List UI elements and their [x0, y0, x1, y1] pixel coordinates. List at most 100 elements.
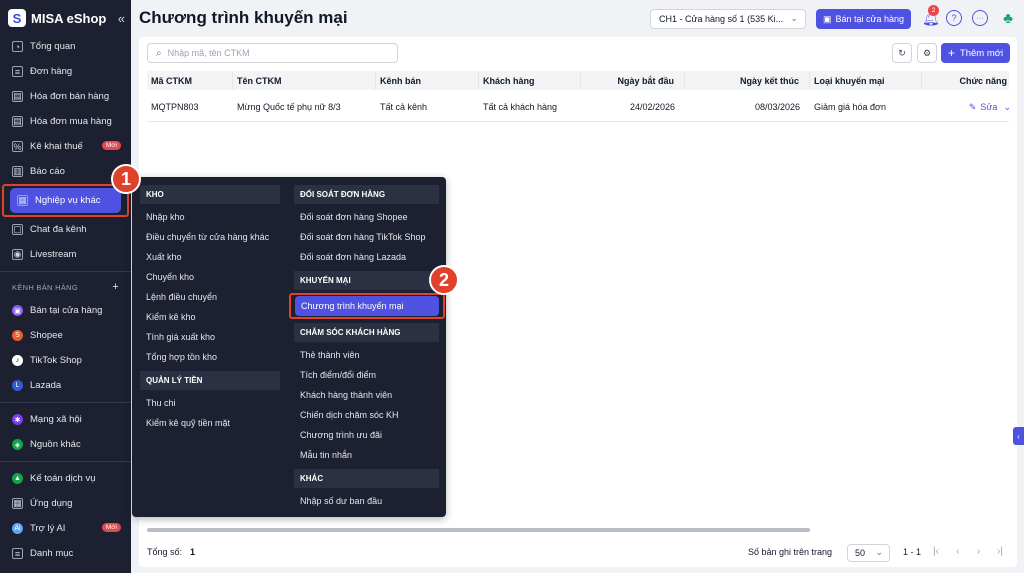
store-select[interactable]: CH1 - Cửa hàng số 1 (535 Ki... ⌄: [650, 9, 806, 29]
menu-item-nhap-kho[interactable]: Nhập kho: [140, 207, 280, 227]
menu-item-tong-hop-ton-kho[interactable]: Tổng hợp tồn kho: [140, 347, 280, 367]
menu-item-lenh-dieu-chuyen[interactable]: Lệnh điều chuyển: [140, 287, 280, 307]
column-header-ten-ctkm: Tên CTKM: [233, 71, 376, 90]
sidebar-item-nghiep-vu-khac[interactable]: ▦ Nghiệp vụ khác: [10, 188, 121, 213]
cell-end: 08/03/2026: [754, 102, 800, 112]
menu-item-kiem-ke-quy-tien-mat[interactable]: Kiểm kê quỹ tiền mặt: [140, 413, 280, 433]
edit-link[interactable]: Sửa: [980, 102, 997, 112]
sidebar-item-label: Nghiệp vụ khác: [35, 195, 101, 206]
sidebar-item-label: Kế toán dịch vụ: [30, 473, 96, 484]
menu-item-doi-soat-don-hang-shopee[interactable]: Đối soát đơn hàng Shopee: [294, 207, 439, 227]
first-page-icon[interactable]: |‹: [933, 546, 939, 557]
active-menu-highlight-frame: Chương trình khuyến mại: [289, 293, 445, 319]
more-options-icon[interactable]: ···: [972, 10, 988, 26]
sidebar-item-chat-da-kenh[interactable]: ▢ Chat đa kênh: [0, 217, 131, 242]
sidebar-item-label: TikTok Shop: [30, 355, 82, 366]
sidebar-item-danh-muc[interactable]: ≡ Danh mục: [0, 541, 131, 566]
menu-item-khach-hang-thanh-vien[interactable]: Khách hàng thành viên: [294, 385, 439, 405]
row-more-chevron-icon[interactable]: ⌄: [1003, 102, 1011, 113]
step-marker-2: 2: [429, 265, 459, 295]
add-new-button[interactable]: + Thêm mới: [941, 43, 1010, 63]
menu-item-the-thanh-vien[interactable]: Thẻ thành viên: [294, 345, 439, 365]
menu-item-chien-dich-cham-soc-kh[interactable]: Chiến dịch chăm sóc KH: [294, 405, 439, 425]
sidebar-item-hoa-don-ban-hang[interactable]: ▤ Hóa đơn bán hàng: [0, 84, 131, 109]
menu-item-kiem-ke-kho[interactable]: Kiểm kê kho: [140, 307, 280, 327]
collapse-sidebar-icon[interactable]: «: [118, 11, 125, 26]
sidebar-item-mang-xa-hoi[interactable]: ✱ Mạng xã hội: [0, 407, 131, 432]
menu-item-chuong-trinh-khuyen-mai[interactable]: Chương trình khuyến mại: [295, 296, 439, 316]
sidebar-item-label: Livestream: [30, 249, 77, 260]
menu-item-tinh-gia-xuat-kho[interactable]: Tính giá xuất kho: [140, 327, 280, 347]
help-icon[interactable]: ?: [946, 10, 962, 26]
cell-name: Mừng Quốc tế phụ nữ 8/3: [237, 102, 341, 112]
table-footer: Tổng số: 1 Số bản ghi trên trang 50 ⌄ 1 …: [147, 542, 1009, 564]
user-avatar[interactable]: ♣: [998, 8, 1018, 28]
per-page-select[interactable]: 50 ⌄: [847, 544, 890, 562]
sidebar-item-label: Đơn hàng: [30, 66, 73, 77]
sidebar-item-label: Kê khai thuế: [30, 141, 83, 152]
sidebar-item-nguon-khac[interactable]: ◈ Nguồn khác: [0, 432, 131, 457]
search-input[interactable]: ⌕ Nhập mã, tên CTKM: [147, 43, 398, 63]
last-page-icon[interactable]: ›|: [997, 546, 1003, 557]
horizontal-scrollbar[interactable]: [147, 528, 810, 532]
sidebar-item-ke-toan-dich-vu[interactable]: ▲ Kế toán dịch vụ: [0, 466, 131, 491]
sidebar-item-tong-quan[interactable]: ◔ Tổng quan: [0, 34, 131, 59]
menu-item-mau-tin-nhan[interactable]: Mẫu tin nhắn: [294, 445, 439, 465]
shopee-icon: S: [12, 330, 23, 341]
cell-actions: ✎ Sửa ⌄: [922, 92, 1017, 122]
order-icon: ≡: [12, 66, 23, 77]
sidebar-item-label: Ứng dụng: [30, 498, 73, 509]
cell-start: 24/02/2026: [629, 102, 675, 112]
sidebar-item-livestream[interactable]: ◉ Livestream: [0, 242, 131, 267]
sidebar-nav: ◔ Tổng quan ≡ Đơn hàng ▤ Hóa đơn bán hàng ▤ Hóa…: [0, 34, 131, 573]
add-channel-icon[interactable]: +: [112, 281, 119, 293]
sell-at-store-label: Bán tại cửa hàng: [835, 14, 905, 24]
plus-icon: +: [947, 46, 955, 60]
logo-text: MISA eShop: [31, 10, 107, 26]
sidebar-divider: [0, 402, 131, 403]
table-row[interactable]: MQTPN803 Mừng Quốc tế phụ nữ 8/3 Tất cả kê…: [147, 92, 1011, 122]
menu-item-xuat-kho[interactable]: Xuất kho: [140, 247, 280, 267]
new-badge: Mới: [101, 141, 121, 150]
sidebar-item-ke-khai-thue[interactable]: % Kê khai thuế Mới: [0, 134, 131, 159]
store-icon: ▣: [12, 305, 23, 316]
sidebar-item-ban-tai-cua-hang[interactable]: ▣ Bán tại cửa hàng: [0, 298, 131, 323]
menu-item-tich-diem-doi-diem[interactable]: Tích điểm/đổi điểm: [294, 365, 439, 385]
menu-item-nhap-so-du-ban-dau[interactable]: Nhập số dư ban đầu: [294, 491, 439, 511]
menu-item-doi-soat-don-hang-lazada[interactable]: Đối soát đơn hàng Lazada: [294, 247, 439, 267]
next-page-icon[interactable]: ›: [977, 546, 980, 557]
side-panel-toggle-icon[interactable]: ‹: [1013, 427, 1024, 445]
page-range: 1 - 1: [903, 547, 922, 557]
refresh-button[interactable]: ↻: [892, 43, 912, 63]
sidebar-divider: [0, 271, 131, 272]
sidebar-item-label: Trợ lý AI: [30, 523, 66, 534]
sidebar-item-shopee[interactable]: S Shopee: [0, 323, 131, 348]
apps-grid-icon: ▦: [17, 195, 28, 206]
cell-type: Giảm giá hóa đơn: [814, 102, 886, 112]
sidebar-item-tiktok-shop[interactable]: ♪ TikTok Shop: [0, 348, 131, 373]
sidebar-item-hoa-don-mua-hang[interactable]: ▤ Hóa đơn mua hàng: [0, 109, 131, 134]
menu-item-chuong-trinh-uu-dai[interactable]: Chương trình ưu đãi: [294, 425, 439, 445]
menu-item-dieu-chuyen-tu-cua-hang-khac[interactable]: Điều chuyển từ cửa hàng khác: [140, 227, 280, 247]
active-item-highlight-frame: ▦ Nghiệp vụ khác: [2, 184, 129, 217]
sidebar-item-ung-dung[interactable]: ▦ Ứng dụng: [0, 491, 131, 516]
sidebar-item-lazada[interactable]: L Lazada: [0, 373, 131, 398]
edit-icon[interactable]: ✎: [969, 102, 977, 113]
menu-group-doi-soat-don-hang: ĐỐI SOÁT ĐƠN HÀNG: [294, 185, 439, 204]
table-header: Mã CTKM Tên CTKM Kênh bán Khách hàng Ngày bắ…: [147, 71, 1009, 90]
sidebar-item-don-hang[interactable]: ≡ Đơn hàng: [0, 59, 131, 84]
prev-page-icon[interactable]: ‹: [956, 546, 959, 557]
sidebar-item-label: Hóa đơn mua hàng: [30, 116, 112, 127]
sales-channel-section-title: KÊNH BÁN HÀNG +: [0, 276, 131, 298]
menu-item-doi-soat-don-hang-tiktok-shop[interactable]: Đối soát đơn hàng TikTok Shop: [294, 227, 439, 247]
menu-item-chuyen-kho[interactable]: Chuyển kho: [140, 267, 280, 287]
sidebar-item-label: Tổng quan: [30, 41, 76, 52]
purchase-invoice-icon: ▤: [12, 116, 23, 127]
sell-at-store-button[interactable]: ▣ Bán tại cửa hàng: [816, 9, 911, 29]
settings-button[interactable]: ⚙: [917, 43, 937, 63]
sidebar-item-tro-ly-ai[interactable]: Ai Trợ lý AI Mới: [0, 516, 131, 541]
search-placeholder: Nhập mã, tên CTKM: [167, 48, 250, 58]
sidebar-item-thiet-lap[interactable]: ⚙Thiết lập: [0, 566, 131, 573]
livestream-icon: ◉: [12, 249, 23, 260]
menu-item-thu-chi[interactable]: Thu chi: [140, 393, 280, 413]
